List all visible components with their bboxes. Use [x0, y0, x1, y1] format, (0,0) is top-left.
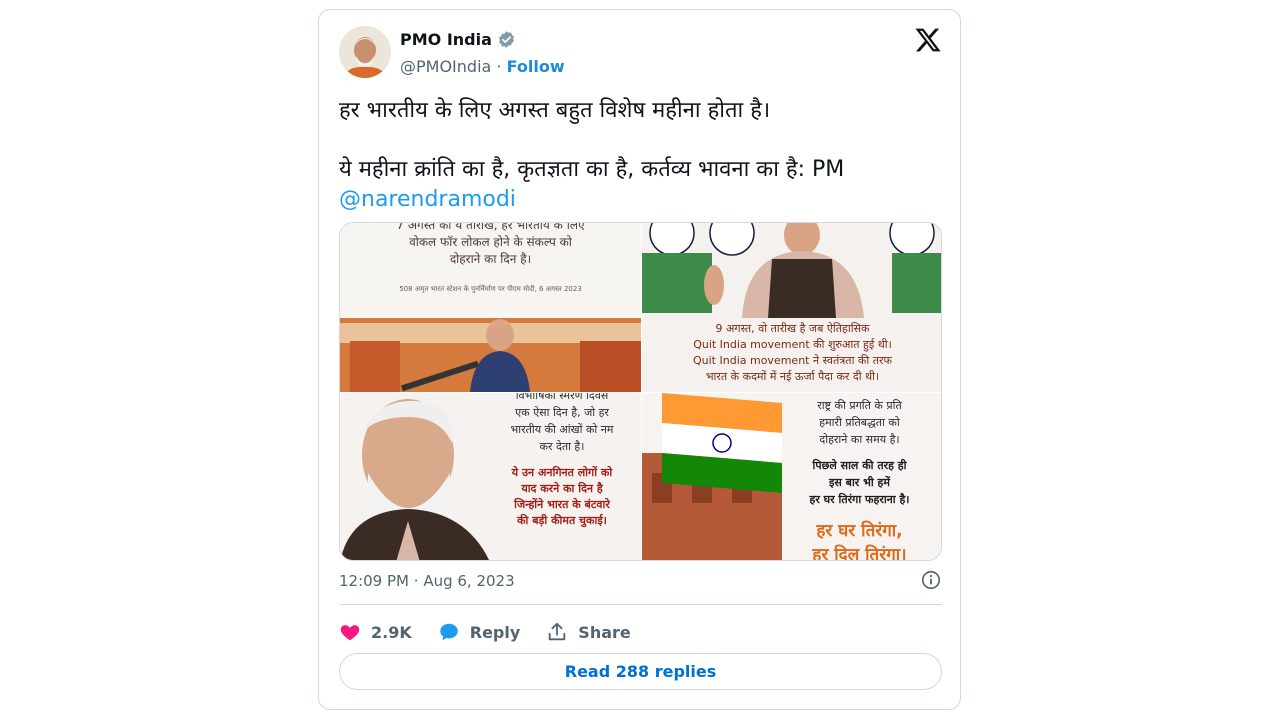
tile-1-line-2: वोकल फॉर लोकल होने के संकल्प को — [409, 235, 572, 249]
read-replies-button[interactable]: Read 288 replies — [339, 653, 942, 690]
author-name[interactable]: PMO India — [400, 30, 492, 49]
tile-1-line-1: 7 अगस्त को ये तारीख, हर भारतीय के लिए — [396, 223, 585, 232]
verified-badge-icon — [498, 31, 514, 48]
tweet-text: हर भारतीय के लिए अगस्त बहुत विशेष महीना … — [339, 96, 939, 215]
media-grid[interactable]: 7 अगस्त को ये तारीख, हर भारतीय के लिए वो… — [339, 222, 942, 561]
info-icon[interactable] — [920, 569, 942, 591]
tile-3-line-5: ये उन अनगिनत लोगों को — [511, 466, 613, 479]
avatar[interactable] — [339, 26, 391, 78]
reply-bubble-icon — [440, 623, 458, 641]
tweet-date[interactable]: Aug 6, 2023 — [423, 572, 514, 590]
tile-3-line-6: याद करने का दिन है — [521, 482, 603, 495]
avatar-image — [339, 26, 391, 78]
tile-1-line-3: दोहराने का दिन है। — [449, 252, 532, 266]
handle-separator: · — [496, 57, 502, 76]
tile-3-line-8: की बड़ी कीमत चुकाई। — [517, 514, 607, 527]
tile-4-line-1: राष्ट्र की प्रगति के प्रति — [817, 399, 902, 412]
reply-label: Reply — [469, 622, 521, 642]
media-tile-1[interactable]: 7 अगस्त को ये तारीख, हर भारतीय के लिए वो… — [340, 223, 641, 392]
author-handle[interactable]: @PMOIndia — [400, 57, 491, 76]
tile-2-line-2: Quit India movement की शुरुआत हुई थी। — [693, 338, 892, 351]
heart-icon — [340, 625, 360, 641]
like-button[interactable]: 2.9K — [339, 621, 412, 643]
tile-4-line-7: हर घर तिरंगा, — [816, 521, 903, 541]
tweet-time[interactable]: 12:09 PM — [339, 572, 409, 590]
tile-4-line-2: हमारी प्रतिबद्धता को — [819, 416, 900, 429]
media-tile-3[interactable]: विभीषिका स्मरण दिवस एक ऐसा दिन है, जो हर… — [340, 393, 641, 560]
tile-2-line-1: 9 अगस्त, वो तारीख है जब ऐतिहासिक — [715, 322, 870, 335]
action-bar: 2.9K Reply Share — [339, 617, 942, 647]
tweet-paragraph-1: हर भारतीय के लिए अगस्त बहुत विशेष महीना … — [339, 98, 771, 123]
tile-4-line-4: पिछले साल की तरह ही — [812, 459, 907, 472]
tile-4-line-5: इस बार भी हमें — [829, 476, 890, 489]
tweet-header: PMO India @PMOIndia · Follow — [339, 26, 942, 82]
tile-3-line-7: जिन्होंने भारत के बंटवारे — [514, 498, 610, 511]
tile-3-line-4: कर देता है। — [539, 440, 585, 453]
tile-4-line-6: हर घर तिरंगा फहराना है। — [809, 493, 910, 506]
tile-4-line-8: हर दिल तिरंगा। — [812, 545, 907, 561]
meta-separator: · — [413, 572, 419, 590]
share-icon — [549, 622, 566, 641]
media-tile-2[interactable]: 9 अगस्त, वो तारीख है जब ऐतिहासिक Quit In… — [642, 223, 941, 392]
handle-row: @PMOIndia · Follow — [400, 57, 565, 76]
author-name-row: PMO India — [400, 30, 516, 49]
tweet-meta: 12:09 PM · Aug 6, 2023 — [339, 569, 942, 591]
tweet-paragraph-2: ये महीना क्रांति का है, कृतज्ञता का है, … — [339, 157, 845, 182]
tile-3-line-2: एक ऐसा दिन है, जो हर — [515, 406, 609, 419]
share-label: Share — [578, 622, 631, 642]
like-count: 2.9K — [371, 622, 412, 642]
share-button[interactable]: Share — [546, 621, 631, 643]
tile-1-caption: 508 अमृत भारत स्टेशन के पुनर्निर्माण पर … — [399, 285, 582, 293]
tile-3-line-3: भारतीय की आंखों को नम — [510, 423, 614, 436]
tile-2-line-3: Quit India movement ने स्वतंत्रता की तरफ — [693, 354, 892, 367]
media-tile-4[interactable]: राष्ट्र की प्रगति के प्रति हमारी प्रतिबद… — [642, 393, 941, 561]
tile-2-line-4: भारत के कदमों में नई ऊर्जा पैदा कर दी थी… — [705, 370, 880, 383]
tile-3-line-1: विभीषिका स्मरण दिवस — [515, 393, 609, 402]
follow-link[interactable]: Follow — [507, 57, 565, 76]
reply-button[interactable]: Reply — [438, 621, 521, 643]
mention-link[interactable]: @narendramodi — [339, 187, 516, 212]
tweet-card: PMO India @PMOIndia · Follow हर भारतीय क… — [318, 9, 961, 710]
tile-4-line-3: दोहराने का समय है। — [819, 433, 900, 446]
divider — [339, 604, 942, 605]
x-logo-icon[interactable] — [914, 26, 942, 54]
